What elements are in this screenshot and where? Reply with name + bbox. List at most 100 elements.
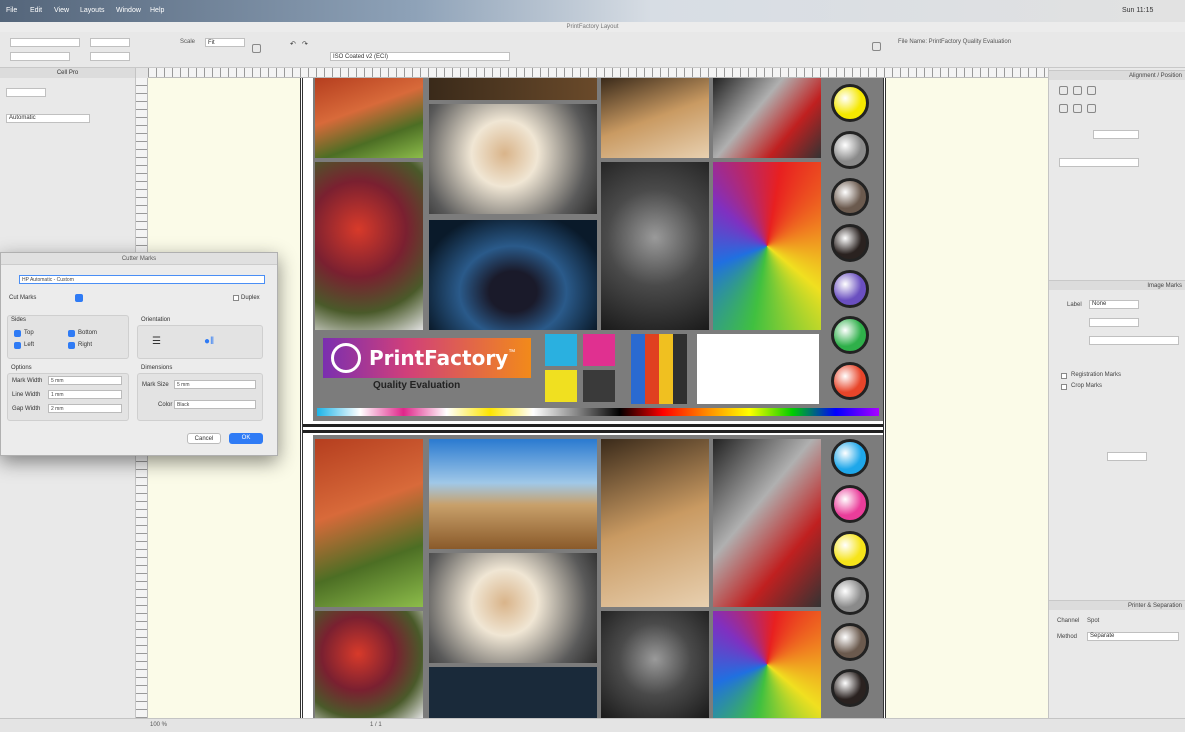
- undo-icon[interactable]: ↶: [290, 40, 299, 49]
- logo-icon: [331, 343, 361, 373]
- redo-icon[interactable]: ↷: [302, 40, 311, 49]
- color-dropdown[interactable]: [1089, 318, 1139, 327]
- y-field[interactable]: [90, 52, 130, 61]
- right-panel: Alignment / Position Image Marks Label N…: [1048, 68, 1185, 732]
- scale-dropdown[interactable]: Fit: [205, 38, 245, 47]
- menu-view[interactable]: View: [54, 7, 69, 14]
- x-field[interactable]: [90, 38, 130, 47]
- align-left-icon[interactable]: [1059, 86, 1068, 95]
- color-swatch: [831, 669, 869, 707]
- mark-size-label: Mark Size: [142, 382, 169, 388]
- menu-layouts[interactable]: Layouts: [80, 7, 105, 14]
- color-swatch: [831, 439, 869, 477]
- align-right-icon[interactable]: [1087, 86, 1096, 95]
- right-label: Right: [78, 342, 93, 348]
- orientation-label: Orientation: [141, 317, 171, 323]
- right-checkbox[interactable]: [68, 342, 75, 349]
- grid-icon[interactable]: [872, 42, 881, 51]
- photo-sitting-woman: [601, 78, 709, 158]
- line-width-field[interactable]: 1 mm: [48, 390, 122, 399]
- orientation-group: ☰ ●‖: [137, 325, 263, 359]
- align-top-icon[interactable]: [1059, 104, 1068, 113]
- rotate-icon[interactable]: [252, 44, 261, 53]
- alignment-panel-header[interactable]: Alignment / Position: [1049, 70, 1185, 80]
- printer-separation-panel-header[interactable]: Printer & Separation: [1049, 600, 1185, 610]
- menu-help[interactable]: Help: [150, 7, 164, 14]
- color-swatch: [831, 270, 869, 308]
- photo-old-man: [601, 162, 709, 330]
- duplex-checkbox[interactable]: [233, 295, 239, 301]
- color-swatch: [831, 316, 869, 354]
- cut-line: [303, 430, 883, 433]
- mark-width-field[interactable]: 5 mm: [48, 376, 122, 385]
- spacing-field[interactable]: [1093, 130, 1139, 139]
- registration-marks-checkbox[interactable]: [1061, 373, 1067, 379]
- channel-label: Channel: [1057, 618, 1080, 624]
- menu-bar: File Edit View Layouts Window Help Sun 1…: [0, 0, 1185, 22]
- method-dropdown[interactable]: Separate: [1087, 632, 1179, 641]
- dimensions-label: Dimensions: [141, 365, 173, 371]
- menu-edit[interactable]: Edit: [30, 7, 42, 14]
- color-swatch: [831, 362, 869, 400]
- duplex-label: Duplex: [241, 295, 260, 301]
- left-dropdown-1[interactable]: [6, 88, 46, 97]
- print-sheet[interactable]: PrintFactory ™ Quality Evaluation: [300, 78, 886, 718]
- layout-page-1[interactable]: PrintFactory ™ Quality Evaluation: [313, 78, 883, 421]
- dimensions-group: Mark Size 5 mm Color Black: [137, 373, 263, 421]
- options-group: Mark Width 5 mm Line Width 1 mm Gap Widt…: [7, 373, 129, 421]
- photo-old-man: [601, 611, 709, 718]
- distribute-dropdown[interactable]: [1059, 158, 1139, 167]
- cancel-button[interactable]: Cancel: [187, 433, 221, 444]
- photo-fruit: [315, 611, 423, 718]
- left-checkbox[interactable]: [14, 342, 21, 349]
- align-bottom-icon[interactable]: [1087, 104, 1096, 113]
- zoom-level[interactable]: 100 %: [150, 722, 167, 728]
- gap-width-field[interactable]: 2 mm: [48, 404, 122, 413]
- photo-motorcycle: [713, 439, 821, 607]
- height-field[interactable]: [10, 52, 70, 61]
- top-checkbox[interactable]: [14, 330, 21, 337]
- channel-value: Spot: [1087, 618, 1100, 624]
- horizontal-ruler[interactable]: [148, 68, 1048, 78]
- printfactory-logo: PrintFactory ™: [323, 338, 531, 378]
- border-dropdown[interactable]: [1089, 336, 1179, 345]
- color-swatch: [831, 224, 869, 262]
- dialog-title: Cutter Marks: [1, 253, 277, 265]
- orientation-horizontal-icon[interactable]: ☰: [152, 336, 161, 347]
- align-middle-icon[interactable]: [1073, 104, 1082, 113]
- left-mode-dropdown[interactable]: Automatic: [6, 114, 90, 123]
- preset-name-field[interactable]: HP Automatic - Custom: [19, 275, 265, 284]
- photo-sitting-woman: [601, 439, 709, 607]
- menu-file[interactable]: File: [6, 7, 17, 14]
- menu-window[interactable]: Window: [116, 7, 141, 14]
- options-label: Options: [11, 365, 32, 371]
- image-marks-panel-header[interactable]: Image Marks: [1049, 280, 1185, 290]
- label-dropdown[interactable]: None: [1089, 300, 1139, 309]
- overlap-field[interactable]: [1107, 452, 1147, 461]
- profile-dropdown[interactable]: ISO Coated v2 (ECI): [330, 52, 510, 61]
- mark-size-field[interactable]: 5 mm: [174, 380, 256, 389]
- align-center-icon[interactable]: [1073, 86, 1082, 95]
- logo-trademark: ™: [508, 348, 516, 356]
- bottom-checkbox[interactable]: [68, 330, 75, 337]
- color-swatch: [831, 485, 869, 523]
- gap-width-label: Gap Width: [12, 406, 41, 412]
- photo-woman-hair: [429, 104, 597, 214]
- method-label: Method: [1057, 634, 1078, 640]
- mark-width-label: Mark Width: [12, 378, 43, 384]
- photo-tunnel: [429, 667, 597, 718]
- width-field[interactable]: [10, 38, 80, 47]
- color-swatch: [831, 531, 869, 569]
- orientation-vertical-icon[interactable]: ●‖: [204, 336, 214, 347]
- ok-button[interactable]: OK: [229, 433, 263, 444]
- photo-pencils: [713, 162, 821, 330]
- scale-value: Fit: [208, 40, 215, 46]
- crop-marks-checkbox[interactable]: [1061, 384, 1067, 390]
- layout-page-2[interactable]: [313, 435, 883, 718]
- page-indicator[interactable]: 1 / 1: [370, 722, 382, 728]
- mark-type-dropdown[interactable]: [75, 294, 83, 302]
- color-dropdown[interactable]: Black: [174, 400, 256, 409]
- info-label: [697, 334, 819, 404]
- mark-type-value: Cut Marks: [9, 295, 37, 301]
- bottom-label: Bottom: [78, 330, 98, 336]
